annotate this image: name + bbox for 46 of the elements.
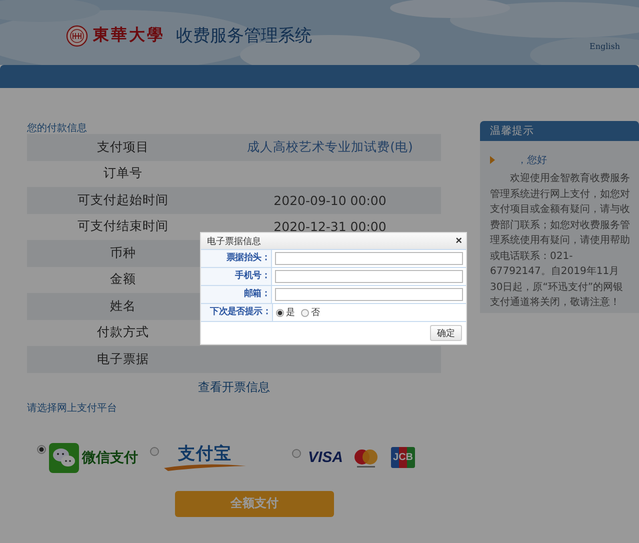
jcb-logo: JCB [391,447,416,468]
radio-button[interactable] [150,446,159,456]
language-link[interactable]: English [590,42,620,51]
system-title: 收费服务管理系统 [176,25,312,47]
chat-bubbles-icon [49,442,79,472]
triangle-icon [490,156,495,164]
form-label: 邮箱： [201,286,272,303]
dialog-title: 电子票据信息 [207,236,261,248]
field-label: 金额 [110,271,136,286]
greeting-text: ，您好 [517,154,547,167]
radio-button[interactable] [292,448,301,458]
form-label: 下次是否提示： [201,304,273,321]
field-label: 可支付起始时间 [78,192,168,207]
radio-label: 是 [286,306,295,319]
form-label: 手机号： [201,268,272,285]
input-field[interactable] [275,288,463,301]
field-value: 成人高校艺术专业加试费(电) [247,138,413,154]
overlapping-circles-icon [354,446,378,468]
radio-button[interactable] [276,308,284,316]
radio-label: 否 [311,307,320,319]
form-label: 票据抬头： [201,250,272,267]
close-button[interactable]: × [456,235,462,247]
university-logo-text: 東華大學 [93,25,165,46]
radio-button[interactable] [37,444,46,454]
field-label: 姓名 [110,298,136,313]
field-value: 2020-12-31 00:00 [274,219,386,234]
section-title: 您的付款信息 [27,122,88,134]
alipay-logo: 支付宝 [162,444,248,470]
input-field[interactable] [275,270,463,283]
input-field[interactable] [275,252,463,265]
section-title: 请选择网上支付平台 [27,402,118,414]
emblem-icon [66,24,88,46]
confirm-button[interactable]: 确定 [430,325,462,341]
field-label: 可支付结束时间 [78,218,168,234]
field-label: 订单号 [104,165,142,180]
field-label: 电子票据 [97,350,149,366]
field-label: 币种 [110,244,136,260]
invoice-link[interactable]: 查看开票信息 [198,380,270,394]
visa-logo: VISA [308,449,344,466]
field-value: 2020-09-10 00:00 [274,192,386,208]
field-label: 付款方式 [97,324,149,340]
field-label: 支付项目 [97,138,149,154]
radio-button[interactable] [301,308,309,316]
tips-text: 欢迎使用金智教育收费服务管理系统进行网上支付，如您对支付项目或金额有疑问，请与收费部门联系；如您对收费服务管理系统使用有疑问，请使用帮助或电话联系：021-67792147。自2019年11月30日起，原“环迅支付”的网银支付通道将关闭，敬请注意！ [490,172,631,310]
tips-header: 温馨提示 [480,121,639,141]
wechat-pay-logo-text: 微信支付 [82,448,138,466]
